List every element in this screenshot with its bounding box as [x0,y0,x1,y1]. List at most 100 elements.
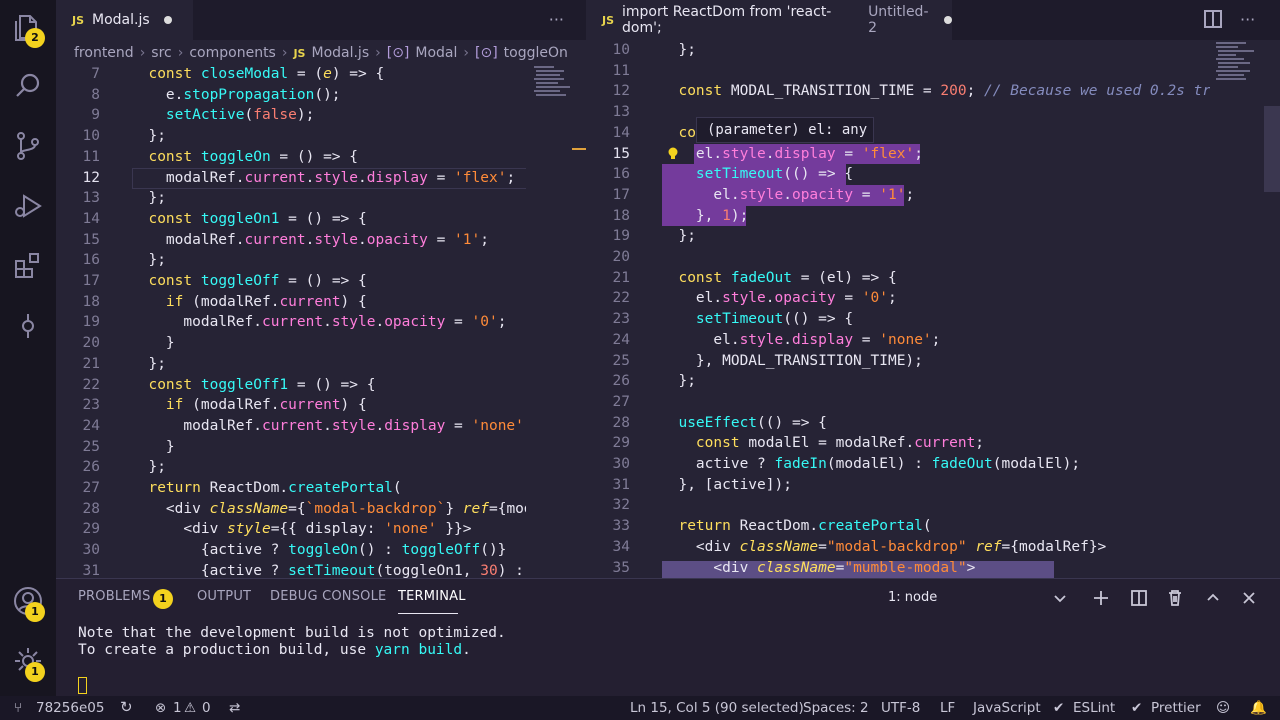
sync-icon[interactable]: ↻ [120,698,133,716]
code-line[interactable]: 21 const fadeOut = (el) => { [586,268,1210,289]
code-line[interactable]: 18 }, 1); [586,206,1210,227]
right-minimap[interactable] [1214,40,1264,96]
branch-name[interactable]: 78256e05 [36,700,104,716]
code-line[interactable]: 15 el.style.display = 'flex'; [586,144,1210,165]
breadcrumb-item[interactable]: Modal.js [311,45,369,61]
eslint-status[interactable]: ESLint [1073,700,1115,716]
code-line[interactable]: 13 }; [56,188,526,209]
right-scrollbar-thumb[interactable] [1264,106,1280,192]
run-debug-icon[interactable] [12,190,44,222]
unsaved-dot-icon[interactable] [944,16,952,24]
notifications-icon[interactable]: 🔔 [1250,700,1267,716]
code-line[interactable]: 25 }, MODAL_TRANSITION_TIME); [586,351,1210,372]
tab-debug-console[interactable]: DEBUG CONSOLE [270,589,386,604]
trash-icon[interactable] [1164,587,1186,609]
tab-problems[interactable]: PROBLEMS [78,589,151,604]
live-share-icon[interactable]: ⇄ [229,700,240,716]
code-line[interactable]: 33 return ReactDom.createPortal( [586,516,1210,537]
code-line[interactable]: 28 useEffect(() => { [586,413,1210,434]
code-line[interactable]: 11 [586,61,1210,82]
warning-icon[interactable]: ⚠ [184,700,196,716]
branch-icon[interactable]: ⑂ [14,700,22,716]
terminal-select[interactable]: 1: node [888,590,937,605]
more-actions-icon[interactable]: ··· [549,10,564,29]
breadcrumb-item[interactable]: frontend [74,45,134,61]
code-line[interactable]: 18 if (modalRef.current) { [56,292,526,313]
feedback-icon[interactable]: ☺ [1216,700,1230,716]
extensions-icon[interactable] [12,250,44,282]
tab-terminal[interactable]: TERMINAL [398,589,466,604]
code-line[interactable]: 12 const MODAL_TRANSITION_TIME = 200; //… [586,81,1210,102]
unsaved-dot-icon[interactable] [163,16,172,24]
left-minimap[interactable] [532,64,576,104]
code-line[interactable]: 22 const toggleOff1 = () => { [56,375,526,396]
code-line[interactable]: 16 setTimeout(() => { [586,164,1210,185]
code-line[interactable]: 22 el.style.opacity = '0'; [586,288,1210,309]
cursor-position[interactable]: Ln 15, Col 5 (90 selected) [630,700,804,716]
code-line[interactable]: 29 <div style={{ display: 'none' }}> [56,519,526,540]
tab-untitled-2[interactable]: JS import ReactDom from 'react-dom'; Unt… [586,0,952,40]
code-line[interactable]: 19 modalRef.current.style.opacity = '0'; [56,312,526,333]
code-line[interactable]: 14 co [586,123,1210,144]
close-icon[interactable] [1238,587,1260,609]
right-code-editor[interactable]: 10 }; 11 12 const MODAL_TRANSITION_TIME = … [586,40,1210,578]
source-control-icon[interactable] [12,130,44,162]
code-line[interactable]: 29 const modalEl = modalRef.current; [586,433,1210,454]
breadcrumb-item[interactable]: toggleOn [504,45,568,61]
timeline-icon[interactable] [12,310,44,342]
code-line[interactable]: 20 } [56,333,526,354]
chevron-up-icon[interactable] [1202,587,1224,609]
chevron-down-icon[interactable] [1049,587,1071,609]
code-line[interactable]: 31 {active ? setTimeout(toggleOn1, 30) :… [56,561,526,578]
code-line[interactable]: 10 }; [586,40,1210,61]
warning-count[interactable]: 0 [202,700,211,716]
code-line[interactable]: 20 [586,247,1210,268]
code-line[interactable]: 23 if (modalRef.current) { [56,395,526,416]
code-line[interactable]: 17 el.style.opacity = '1'; [586,185,1210,206]
add-terminal-icon[interactable] [1090,587,1112,609]
code-line[interactable]: 15 modalRef.current.style.opacity = '1'; [56,230,526,251]
code-line[interactable]: 7 const closeModal = (e) => { [56,64,526,85]
breadcrumb-item[interactable]: src [151,45,171,61]
indentation[interactable]: Spaces: 2 [803,700,869,716]
code-line[interactable]: 31 }, [active]); [586,475,1210,496]
code-line[interactable]: 27 [586,392,1210,413]
code-line[interactable]: 30 {active ? toggleOn() : toggleOff()} [56,540,526,561]
code-line[interactable]: 19 }; [586,226,1210,247]
code-line[interactable]: 12 modalRef.current.style.display = 'fle… [56,168,526,189]
code-line[interactable]: 16 }; [56,250,526,271]
code-line[interactable]: 28 <div className={`modal-backdrop`} ref… [56,499,526,520]
encoding[interactable]: UTF-8 [881,700,920,716]
code-line[interactable]: 25 } [56,437,526,458]
breadcrumb-item[interactable]: components [189,45,276,61]
error-count[interactable]: 1 [173,700,182,716]
code-line[interactable]: 26 }; [56,457,526,478]
code-line[interactable]: 35 <div className="mumble-modal"> [586,558,1210,579]
code-line[interactable]: 17 const toggleOff = () => { [56,271,526,292]
end-of-line[interactable]: LF [940,700,955,716]
tab-modal-js[interactable]: JS Modal.js [56,0,193,40]
code-line[interactable]: 21 }; [56,354,526,375]
terminal-cursor[interactable] [78,677,87,694]
search-icon[interactable] [12,70,44,102]
code-line[interactable]: 10 }; [56,126,526,147]
code-line[interactable]: 24 modalRef.current.style.display = 'non… [56,416,526,437]
code-line[interactable]: 30 active ? fadeIn(modalEl) : fadeOut(mo… [586,454,1210,475]
tab-output[interactable]: OUTPUT [197,589,251,604]
error-icon[interactable]: ⊗ [155,700,166,716]
language-mode[interactable]: JavaScript [973,700,1041,716]
left-code-editor[interactable]: 7 const closeModal = (e) => {8 e.stopPro… [56,64,526,578]
code-line[interactable]: 9 setActive(false); [56,105,526,126]
breadcrumb-item[interactable]: Modal [415,45,457,61]
code-line[interactable]: 26 }; [586,371,1210,392]
code-line[interactable]: 23 setTimeout(() => { [586,309,1210,330]
split-terminal-icon[interactable] [1128,587,1150,609]
more-actions-icon[interactable]: ··· [1240,10,1255,29]
code-line[interactable]: 11 const toggleOn = () => { [56,147,526,168]
code-line[interactable]: 27 return ReactDom.createPortal( [56,478,526,499]
prettier-status[interactable]: Prettier [1151,700,1201,716]
code-line[interactable]: 8 e.stopPropagation(); [56,85,526,106]
code-line[interactable]: 14 const toggleOn1 = () => { [56,209,526,230]
code-line[interactable]: 13 [586,102,1210,123]
split-editor-icon[interactable] [1204,10,1222,28]
